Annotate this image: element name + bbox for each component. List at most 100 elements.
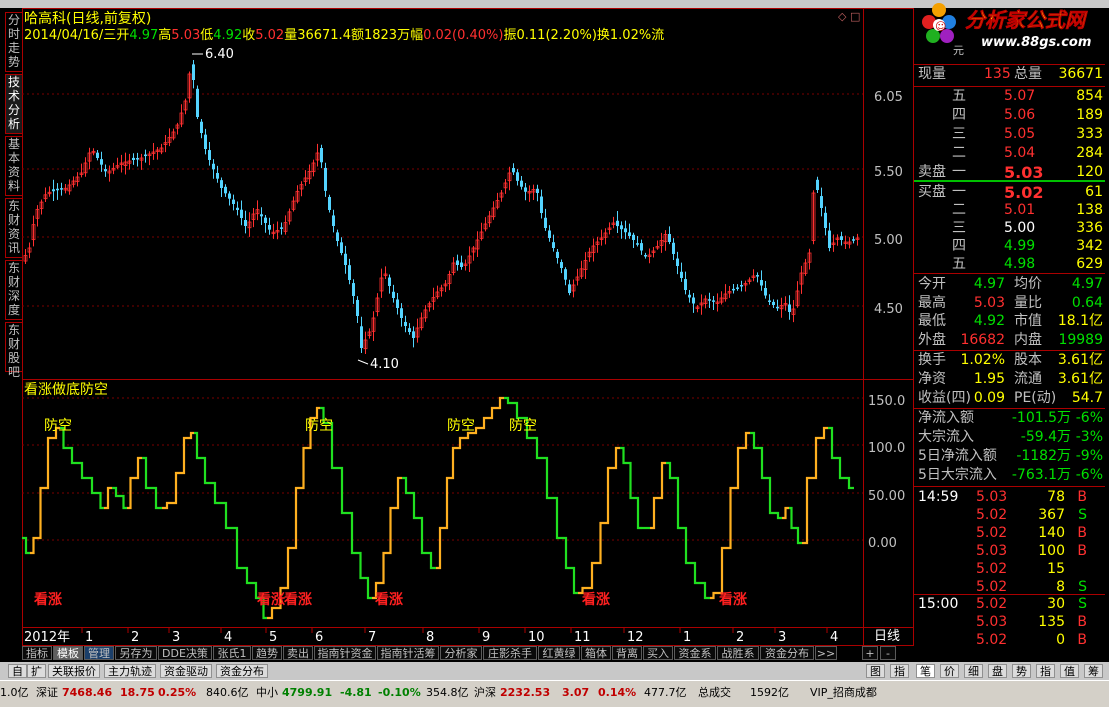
candle-body: [712, 300, 715, 302]
indicator-segment: [200, 456, 210, 485]
divider: [914, 273, 1105, 274]
toolbar-button[interactable]: 管理: [84, 646, 114, 660]
zoom-in-button[interactable]: +: [862, 646, 878, 660]
toolbar-button[interactable]: 模板: [53, 646, 83, 660]
indicator-line: [22, 396, 854, 620]
toolbar-button[interactable]: 庄影杀手: [483, 646, 537, 660]
tick-volume: 100: [1038, 543, 1065, 559]
tab-tu[interactable]: 图: [866, 664, 885, 678]
candle-body: [676, 258, 679, 266]
toolbar-button[interactable]: 另存为: [115, 646, 157, 660]
toolbar-button[interactable]: >>: [815, 646, 837, 660]
toolbar-button[interactable]: 卖出: [283, 646, 313, 660]
tab-guanlian[interactable]: 关联报价: [48, 664, 100, 678]
stat-value: 4.92: [973, 313, 1005, 329]
volume: 189: [1076, 107, 1103, 123]
toolbar-button[interactable]: 指南针资金: [314, 646, 376, 660]
candle-body: [268, 224, 271, 230]
tab-jishu[interactable]: 技术分析: [5, 74, 22, 134]
right-tab[interactable]: 细: [964, 664, 983, 678]
candle-body: [460, 262, 463, 267]
toolbar-button[interactable]: 战胜系: [717, 646, 759, 660]
header-ohlc: 2014/04/16/三开4.97高5.03低4.92收5.02量36671.4…: [24, 27, 664, 43]
right-tab[interactable]: 筹: [1084, 664, 1103, 678]
candle-body: [536, 188, 539, 193]
tab-fenshi[interactable]: 分时走势: [5, 12, 22, 72]
right-tab[interactable]: 值: [1060, 664, 1079, 678]
xtick-label: 6: [315, 630, 323, 645]
candle-body: [736, 287, 739, 289]
toolbar-button[interactable]: 红黄绿: [538, 646, 580, 660]
close-label: 收: [242, 28, 255, 43]
yuan-label: 元: [953, 44, 964, 56]
right-tab[interactable]: 价: [940, 664, 959, 678]
indicator-segment: [337, 466, 347, 515]
tab-zhuli[interactable]: 主力轨迹: [104, 664, 156, 678]
candle-body: [224, 186, 227, 194]
tab-zhi[interactable]: 指: [890, 664, 909, 678]
indicator-segment: [188, 431, 194, 440]
toolbar-button[interactable]: 背离: [612, 646, 642, 660]
candle-body: [324, 167, 327, 191]
chart-mode: (日线,前复权): [66, 10, 151, 27]
sell-row: 四 5.06 189: [914, 106, 1105, 125]
price: 5.04: [1004, 145, 1036, 161]
toolbar-button[interactable]: 资金分布: [760, 646, 814, 660]
tab-zixun[interactable]: 东财资讯: [5, 198, 22, 258]
candlesticks: [23, 60, 860, 354]
stat-label: 均价: [1014, 276, 1042, 292]
tab-guba[interactable]: 东财股吧: [5, 322, 22, 379]
indicator-segment: [347, 511, 357, 555]
toolbar-button[interactable]: 资金系: [674, 646, 716, 660]
tab-zi[interactable]: 自: [8, 664, 27, 678]
candle-body: [344, 253, 347, 265]
stat-label: 今开: [918, 276, 946, 292]
tab-shendu[interactable]: 东财深度: [5, 260, 22, 320]
toolbar-button[interactable]: 箱体: [581, 646, 611, 660]
tab-label: 技术分析: [7, 75, 20, 131]
flow-pct: -6%: [1075, 467, 1103, 483]
right-tab[interactable]: 指: [1036, 664, 1055, 678]
toolbar-button[interactable]: 分析家: [440, 646, 482, 660]
candle-body: [708, 299, 711, 301]
candle-body: [640, 243, 643, 251]
toolbar-button[interactable]: 指南针活筹: [377, 646, 439, 660]
close-panel-icon[interactable]: □: [850, 10, 860, 23]
candle-body: [104, 169, 107, 172]
candle-body: [820, 196, 823, 208]
toolbar-button[interactable]: DDE决策: [158, 646, 212, 660]
indicator-segment: [742, 431, 750, 450]
sz-label: 深证: [36, 686, 58, 699]
tab-zijinfenbu[interactable]: 资金分布: [216, 664, 268, 678]
zoom-out-button[interactable]: -: [880, 646, 896, 660]
tab-kuo[interactable]: 扩: [27, 664, 46, 678]
candle-body: [852, 239, 855, 241]
zx-change: -4.81: [340, 686, 372, 699]
restore-icon[interactable]: ◇: [838, 10, 847, 23]
buy-row: 买盘一 5.02 61: [914, 183, 1105, 202]
right-tab[interactable]: 笔: [916, 664, 935, 678]
stat-value: 0.64: [1071, 294, 1103, 311]
ytick-ind: 100.0: [868, 441, 905, 456]
toolbar-button[interactable]: 张氏1: [213, 646, 251, 660]
chart-area[interactable]: ◇ □ 防空 防空 防空 防空看涨 看涨 看涨 看涨 看涨 看涨 哈高科(日线,前复权) 201…: [22, 8, 914, 646]
xtick-label: 2: [736, 630, 744, 645]
candle-body: [512, 168, 515, 173]
toolbar-button[interactable]: 指标: [22, 646, 52, 660]
sz-index: 7468.46: [62, 686, 113, 699]
tab-jiben[interactable]: 基本资料: [5, 136, 22, 196]
tab-zijinqudong[interactable]: 资金驱动: [160, 664, 212, 678]
right-tab[interactable]: 势: [1012, 664, 1031, 678]
candle-body: [524, 187, 527, 192]
indicator-segment: [512, 401, 522, 420]
turn-label: 换: [597, 28, 610, 43]
toolbar-button[interactable]: 趋势: [252, 646, 282, 660]
toolbar-button[interactable]: 买入: [643, 646, 673, 660]
flow-row: 5日大宗流入 -763.1万 -6%: [914, 466, 1105, 485]
candle-body: [232, 199, 235, 204]
candle-body: [340, 242, 343, 253]
header-title: 哈高科(日线,前复权): [24, 10, 151, 27]
right-tab[interactable]: 盘: [988, 664, 1007, 678]
vip-user[interactable]: VIP_招商成都: [810, 684, 877, 702]
tab-label: 东财深度: [7, 261, 20, 317]
